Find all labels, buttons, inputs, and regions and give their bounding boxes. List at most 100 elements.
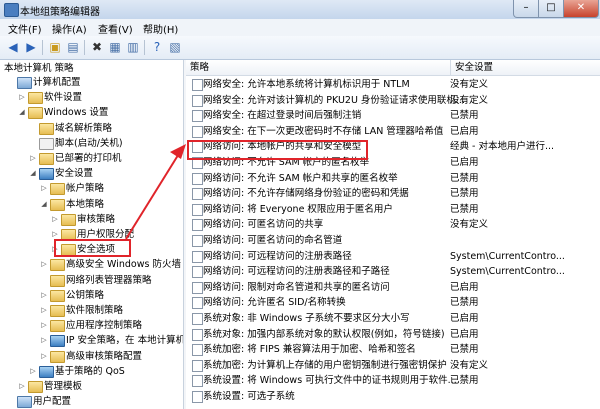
policy-row[interactable]: 网络访问: 不允许 SAM 帐户和共享的匿名枚举 已禁用 [186,171,600,186]
policy-row[interactable]: 网络访问: 限制对命名管道和共享的匿名访问 已启用 [186,280,600,295]
security-setting-value: 经典 - 对本地用户进行... [450,141,555,153]
close-button[interactable]: ✕ [563,0,599,18]
tree-item[interactable]: ◢ 本地策略 [0,198,183,211]
policy-row[interactable]: 系统设置: 可选子系统 [186,389,600,404]
policy-setting-icon [192,391,203,403]
menu-bar: 文件(F) 操作(A) 查看(V) 帮助(H) [0,19,600,37]
tree-item-label: IP 安全策略，在 本地计算机 [66,335,184,347]
expand-icon[interactable]: ▷ [39,319,49,332]
policy-row[interactable]: 网络访问: 不允许存储网络身份验证的密码和凭据 已禁用 [186,186,600,201]
policy-name: 系统加密: 将 FIPS 兼容算法用于加密、哈希和签名 [203,344,416,356]
policy-row[interactable]: 网络安全: 允许对该计算机的 PKU2U 身份验证请求使用联机... 没有定义 [186,93,600,108]
policy-row[interactable]: 网络访问: 可匿名访问的共享 没有定义 [186,217,600,232]
expand-icon[interactable]: ▷ [39,304,49,317]
menu-file[interactable]: 文件(F) [8,21,42,36]
tree-item-label: 网络列表管理器策略 [66,274,152,286]
window-title: 本地组策略编辑器 [20,7,100,18]
menu-action[interactable]: 操作(A) [52,21,87,36]
maximize-button[interactable]: □ [538,0,564,18]
tree-item[interactable]: ▷ 高级安全 Windows 防火墙 [0,258,183,272]
back-arrow-icon[interactable]: ◀ [6,40,20,54]
policy-row[interactable]: 系统设置: 将 Windows 可执行文件中的证书规则用于软件... 已禁用 [186,373,600,388]
tree-item[interactable]: 域名解析策略 [0,122,183,135]
policy-setting-icon [192,94,203,107]
tree-item-label: 域名解析策略 [55,122,113,134]
expand-icon[interactable]: ▷ [17,91,27,104]
column-header-setting[interactable]: 安全设置 [450,60,600,76]
policy-name: 系统对象: 加强内部系统对象的默认权限(例如，符号链接) [203,328,445,340]
tree-item[interactable]: ▷ 管理模板 [0,380,183,393]
show-hide-tree-icon[interactable]: ▤ [66,40,80,54]
tree-item[interactable]: ▷ 公钥策略 [0,289,183,302]
tree-item[interactable]: 网络列表管理器策略 [0,274,183,287]
collapse-icon[interactable]: ◢ [17,106,27,119]
column-header-policy[interactable]: 策略 [186,60,450,76]
expand-icon[interactable]: ▷ [50,213,60,226]
menu-view[interactable]: 查看(V) [98,21,133,36]
policy-row[interactable]: 系统加密: 为计算机上存储的用户密钥强制进行强密钥保护 没有定义 [186,358,600,373]
tree-root-label[interactable]: 本地计算机 策略 [4,62,74,75]
tree-item[interactable]: ▷ 基于策略的 QoS [0,365,183,378]
expand-icon[interactable]: ▷ [17,380,27,393]
tree-item[interactable]: ◢ 安全设置 [0,167,183,181]
policy-row[interactable]: 网络访问: 将 Everyone 权限应用于匿名用户 已禁用 [186,202,600,217]
tree-item[interactable]: ▷ 已部署的打印机 [0,152,183,165]
tree-item[interactable]: 用户配置 [0,395,183,409]
computer-icon [17,77,32,89]
forward-arrow-icon[interactable]: ▶ [24,40,38,54]
tree-item-label: 帐户策略 [66,183,105,195]
expand-icon[interactable]: ▷ [39,182,49,195]
policy-row[interactable]: 网络访问: 可远程访问的注册表路径和子路径 System\CurrentContr… [186,264,600,279]
expand-icon[interactable]: ▷ [39,258,49,271]
minimize-button[interactable]: – [513,0,539,18]
expand-icon[interactable]: ▷ [39,334,49,347]
expand-icon[interactable]: ▷ [39,289,49,302]
filter-icon[interactable]: ▧ [168,40,182,54]
tree-item[interactable]: 计算机配置 [0,76,183,89]
tree-item[interactable]: ▷ 审核策略 [0,213,183,226]
tree-item[interactable]: ▷ IP 安全策略，在 本地计算机 [0,334,184,348]
policy-name: 网络访问: 可匿名访问的命名管道 [203,235,343,246]
folder-icon [28,107,43,120]
security-setting-value: 已禁用 [450,188,479,200]
policy-row[interactable]: 网络访问: 可匿名访问的命名管道 [186,233,600,248]
expand-icon[interactable]: ▷ [28,152,38,165]
security-setting-value: 没有定义 [450,79,489,90]
tree-item-label: 公钥策略 [66,289,105,301]
tree-item[interactable]: ▷ 软件设置 [0,91,183,105]
tree-item[interactable]: ▷ 应用程序控制策略 [0,319,183,333]
properties-icon[interactable]: ▦ [108,40,122,54]
tree-item[interactable]: ▷ 帐户策略 [0,182,183,196]
tree-item-label: 高级安全 Windows 防火墙 [66,259,181,271]
tree-item[interactable]: 脚本(启动/关机) [0,137,183,150]
collapse-icon[interactable]: ◢ [39,198,49,211]
policy-row[interactable]: 网络安全: 允许本地系统将计算机标识用于 NTLM 没有定义 [186,77,600,92]
delete-icon[interactable]: ✖ [90,40,104,54]
expand-icon[interactable]: ▷ [28,365,38,378]
policy-row[interactable]: 网络安全: 在超过登录时间后强制注销 已禁用 [186,108,600,123]
tree-item[interactable]: ▷ 软件限制策略 [0,304,183,317]
policy-name: 网络访问: 限制对命名管道和共享的匿名访问 [203,281,390,293]
policy-row[interactable]: 网络访问: 可远程访问的注册表路径 System\CurrentContro... [186,249,600,264]
menu-help[interactable]: 帮助(H) [143,21,178,36]
tree-item-label: 脚本(启动/关机) [55,137,123,149]
tree-item[interactable]: ▷ 高级审核策略配置 [0,350,183,363]
policy-editor-icon [4,3,19,17]
policy-setting-icon [192,328,203,341]
policy-row[interactable]: 系统对象: 非 Windows 子系统不要求区分大小写 已启用 [186,311,600,326]
policy-setting-icon [192,172,203,185]
policy-setting-icon [192,250,203,263]
policy-row[interactable]: 系统对象: 加强内部系统对象的默认权限(例如，符号链接) 已启用 [186,327,600,342]
policy-setting-icon [192,125,203,138]
policy-list: 策略 安全设置 网络安全: 允许本地系统将计算机标识用于 NTLM 没有定义 网络安… [186,60,600,409]
up-folder-icon[interactable]: ▣ [48,40,62,54]
policy-row[interactable]: 网络访问: 允许匿名 SID/名称转换 已禁用 [186,295,600,310]
tree-item[interactable]: ◢ Windows 设置 [0,106,183,120]
help-icon[interactable]: ? [150,40,164,54]
security-setting-value: 已禁用 [450,344,479,356]
collapse-icon[interactable]: ◢ [28,167,38,180]
policy-row[interactable]: 系统加密: 将 FIPS 兼容算法用于加密、哈希和签名 已禁用 [186,342,600,357]
expand-icon[interactable]: ▷ [39,350,49,363]
export-list-icon[interactable]: ▥ [126,40,140,54]
policy-row[interactable]: 网络安全: 在下一次更改密码时不存储 LAN 管理器哈希值 已启用 [186,124,600,139]
